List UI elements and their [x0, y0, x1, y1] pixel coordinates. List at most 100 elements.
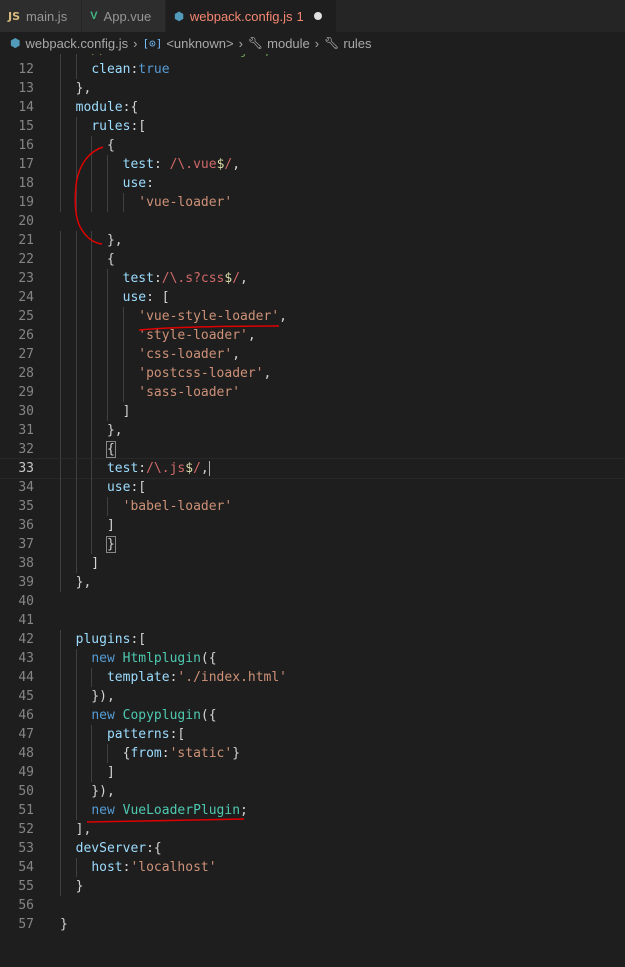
code-token: new: [91, 803, 115, 818]
code-token: :: [153, 157, 170, 172]
code-line[interactable]: 35 'babel-loader': [0, 497, 625, 516]
code-line[interactable]: 30 ]: [0, 402, 625, 421]
code-line[interactable]: 52 ],: [0, 820, 625, 839]
line-text: devServer:{: [60, 839, 162, 858]
code-line[interactable]: 53 devServer:{: [0, 839, 625, 858]
code-line[interactable]: 12 clean:true: [0, 60, 625, 79]
line-text: },: [60, 231, 123, 250]
text-cursor: [208, 461, 210, 476]
code-line[interactable]: 32 {: [0, 440, 625, 459]
tab-label: App.vue: [103, 8, 152, 24]
code-line[interactable]: 25 'vue-style-loader',: [0, 307, 625, 326]
code-line[interactable]: 47 patterns:[: [0, 725, 625, 744]
code-line[interactable]: 36 ]: [0, 516, 625, 535]
line-text: use:[: [60, 478, 146, 497]
code-line[interactable]: 14 module:{: [0, 98, 625, 117]
code-line[interactable]: 22 {: [0, 250, 625, 269]
code-line[interactable]: 18 use:: [0, 174, 625, 193]
code-token: 'vue-loader': [138, 195, 233, 210]
code-line[interactable]: 29 'sass-loader': [0, 383, 625, 402]
code-line[interactable]: 26 'style-loader',: [0, 326, 625, 345]
code-line[interactable]: 17 test: /\.vue$/,: [0, 155, 625, 174]
line-number: 37: [18, 537, 34, 552]
code-token: :{: [146, 841, 162, 856]
code-token: ,: [263, 366, 272, 381]
code-line[interactable]: 50 }),: [0, 782, 625, 801]
line-text: {: [60, 136, 115, 155]
code-line[interactable]: 45 }),: [0, 687, 625, 706]
line-number: 53: [18, 841, 34, 856]
wrench-icon: 🔧︎: [324, 36, 340, 50]
code-token: ]: [60, 518, 115, 533]
code-line[interactable]: 48 {from:'static'}: [0, 744, 625, 763]
code-line[interactable]: 16 {: [0, 136, 625, 155]
breadcrumb-object[interactable]: <unknown>: [166, 36, 233, 51]
line-number: 47: [18, 727, 34, 742]
line-text: module:{: [60, 98, 139, 117]
code-line[interactable]: 15 rules:[: [0, 117, 625, 136]
breadcrumb-file[interactable]: webpack.config.js: [25, 36, 128, 51]
code-line[interactable]: 28 'postcss-loader',: [0, 364, 625, 383]
line-text: host:'localhost': [60, 858, 216, 877]
code-line[interactable]: 54 host:'localhost': [0, 858, 625, 877]
code-line[interactable]: 19 'vue-loader': [0, 193, 625, 212]
breadcrumb-rules[interactable]: rules: [343, 36, 371, 51]
tab-label: main.js: [26, 8, 68, 24]
tab-app-vue[interactable]: V App.vue: [82, 0, 167, 32]
line-text: 'css-loader',: [60, 345, 240, 364]
line-number: 24: [18, 290, 34, 305]
code-line[interactable]: 44 template:'./index.html': [0, 668, 625, 687]
unsaved-dot-icon[interactable]: [313, 12, 322, 20]
object-icon: [⊙]: [142, 36, 163, 50]
code-line[interactable]: 39 },: [0, 573, 625, 592]
code-line[interactable]: 13 },: [0, 79, 625, 98]
code-token: Copyplugin: [122, 708, 201, 723]
code-token: 'style-loader': [138, 328, 248, 343]
code-line[interactable]: 31 },: [0, 421, 625, 440]
code-line[interactable]: 40: [0, 592, 625, 611]
breadcrumb-module[interactable]: module: [267, 36, 310, 51]
code-token: test: [122, 157, 154, 172]
line-text: 'vue-loader': [60, 193, 232, 212]
code-line[interactable]: 56: [0, 896, 625, 915]
tab-main-js[interactable]: JS main.js: [0, 0, 83, 32]
line-number: 21: [18, 233, 34, 248]
code-editor[interactable]: 11 // filename: 'main.js',12 clean:true1…: [0, 54, 625, 967]
code-line[interactable]: 57}: [0, 915, 625, 934]
code-line[interactable]: 34 use:[: [0, 478, 625, 497]
tab-webpack-config[interactable]: ⬢ webpack.config.js 1: [166, 0, 337, 32]
code-line[interactable]: 41: [0, 611, 625, 630]
code-line[interactable]: 42 plugins:[: [0, 630, 625, 649]
code-lines[interactable]: 11 // filename: 'main.js',12 clean:true1…: [0, 54, 625, 934]
code-line[interactable]: 27 'css-loader',: [0, 345, 625, 364]
code-line[interactable]: 43 new Htmlplugin({: [0, 649, 625, 668]
code-line[interactable]: 49 ]: [0, 763, 625, 782]
chevron-right-icon: ›: [314, 35, 320, 51]
tab-label: webpack.config.js: [189, 8, 293, 24]
line-text: },: [60, 79, 92, 98]
code-line[interactable]: 24 use: [: [0, 288, 625, 307]
line-number: 12: [18, 62, 34, 77]
code-token: },: [60, 423, 123, 438]
code-line[interactable]: 20: [0, 212, 625, 231]
code-token: },: [60, 233, 123, 248]
line-number: 32: [18, 442, 34, 457]
code-token: 'css-loader': [138, 347, 233, 362]
line-text: },: [60, 573, 92, 592]
code-line[interactable]: 46 new Copyplugin({: [0, 706, 625, 725]
code-line[interactable]: 33 test:/\.js$/,: [0, 458, 625, 479]
code-line[interactable]: 55 }: [0, 877, 625, 896]
code-line[interactable]: 38 ]: [0, 554, 625, 573]
code-line[interactable]: 21 },: [0, 231, 625, 250]
code-token: :[: [169, 727, 186, 742]
line-number: 35: [18, 499, 34, 514]
code-line[interactable]: 37 }: [0, 535, 625, 554]
code-line[interactable]: 23 test:/\.s?css$/,: [0, 269, 625, 288]
code-line[interactable]: 51 new VueLoaderPlugin;: [0, 801, 625, 820]
code-token: : [: [146, 290, 170, 305]
